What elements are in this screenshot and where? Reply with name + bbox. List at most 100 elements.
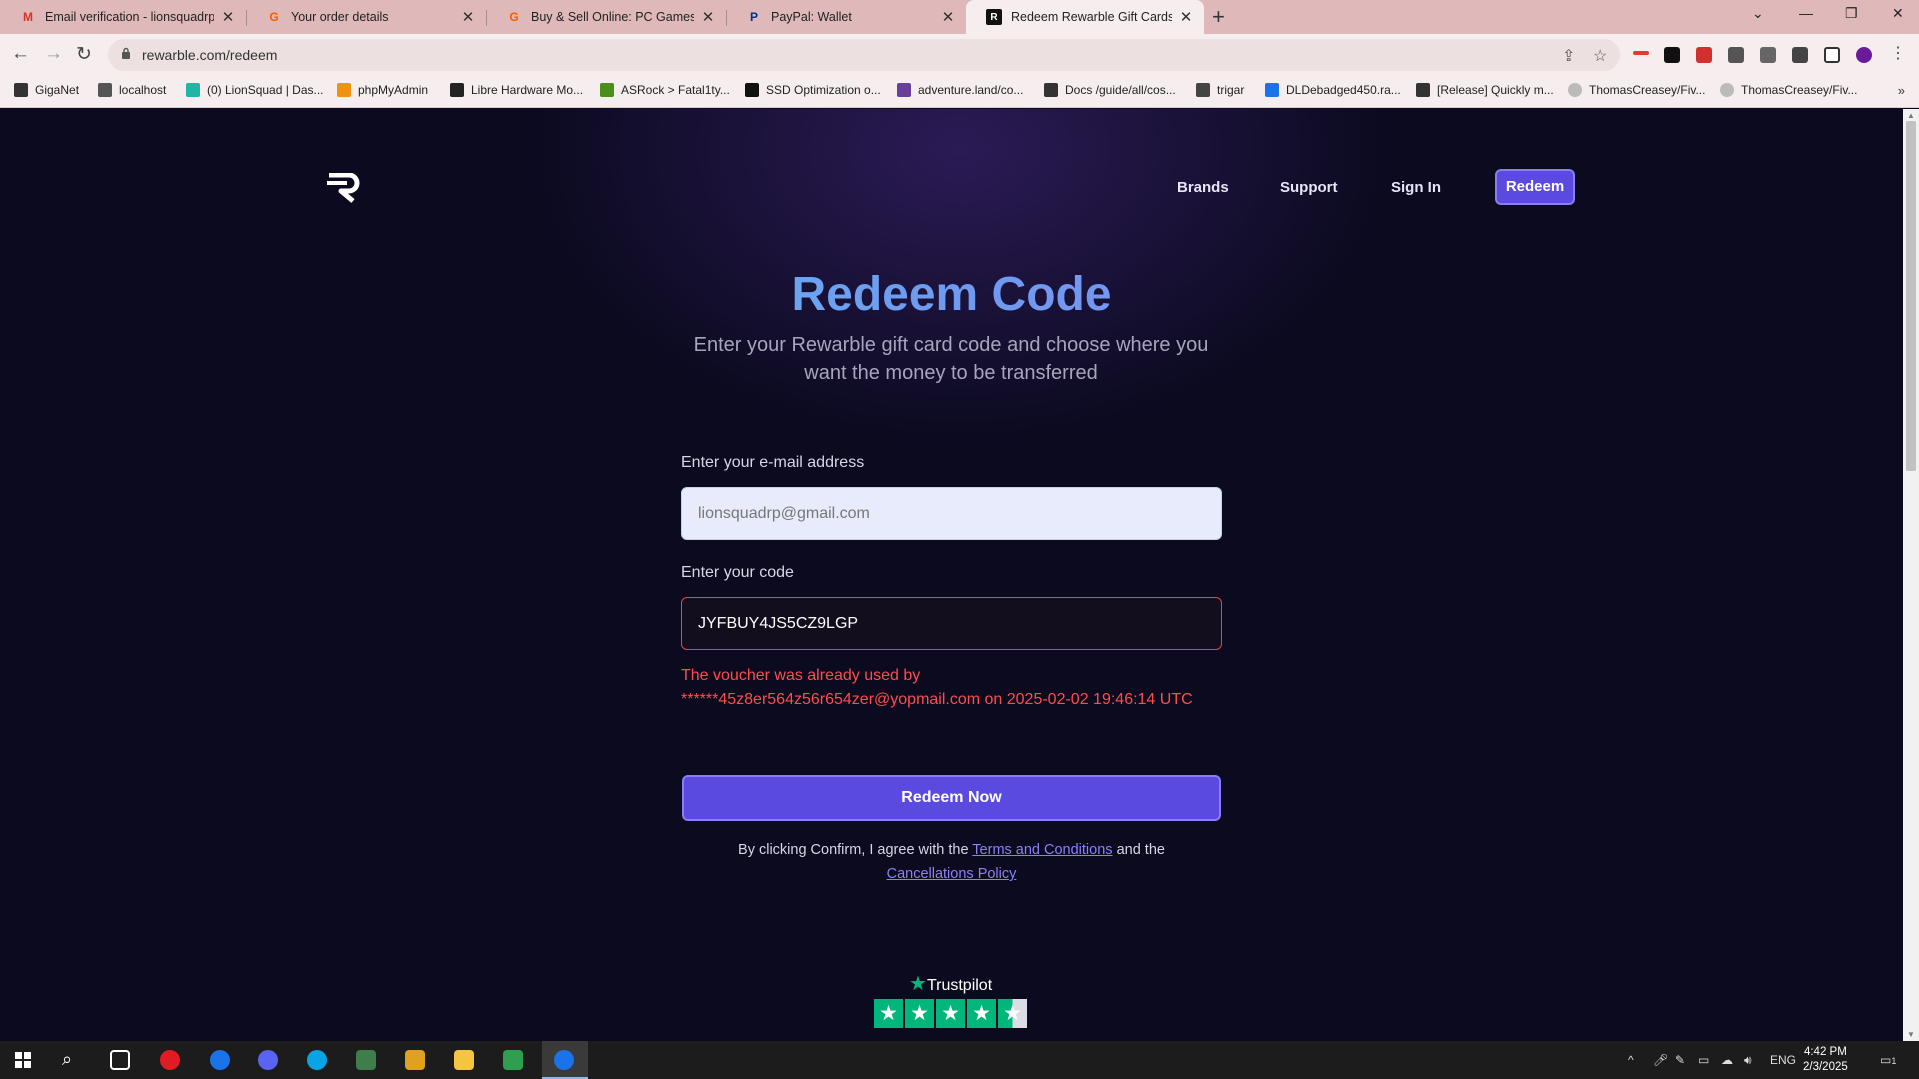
scroll-down-icon[interactable]: ▼ — [1907, 1030, 1915, 1039]
reload-icon[interactable]: ↻ — [76, 43, 92, 66]
bookmark-icon — [897, 83, 911, 97]
github-icon — [1568, 83, 1582, 97]
new-tab-button[interactable]: + — [1212, 4, 1225, 30]
tab-title: Buy & Sell Online: PC Games, So — [531, 10, 694, 24]
minimize-button[interactable]: — — [1799, 5, 1813, 21]
extension-icon[interactable] — [1696, 47, 1712, 63]
g2a-icon: G — [269, 10, 279, 24]
onedrive-icon[interactable]: ☁ — [1721, 1053, 1733, 1067]
nav-support[interactable]: Support — [1280, 179, 1338, 196]
redeem-now-button[interactable]: Redeem Now — [682, 775, 1221, 821]
close-icon[interactable]: ✕ — [700, 8, 716, 26]
task-view-icon[interactable] — [110, 1050, 130, 1070]
chrome-icon — [554, 1050, 574, 1070]
nav-brands[interactable]: Brands — [1177, 179, 1229, 196]
bookmark-item[interactable]: phpMyAdmin — [337, 83, 428, 97]
bookmark-item[interactable]: ASRock > Fatal1ty... — [600, 83, 730, 97]
bookmark-item[interactable]: ThomasCreasey/Fiv... — [1720, 83, 1857, 97]
chevron-up-icon[interactable]: ^ — [1628, 1053, 1634, 1067]
opera-icon[interactable] — [160, 1050, 180, 1070]
rewarble-logo[interactable] — [327, 173, 361, 203]
tab-g2a[interactable]: G Buy & Sell Online: PC Games, So ✕ — [486, 0, 726, 34]
back-icon[interactable]: ← — [11, 43, 30, 65]
bookmark-icon — [600, 83, 614, 97]
terms-link[interactable]: Terms and Conditions — [972, 842, 1112, 858]
tab-order-details[interactable]: G Your order details ✕ — [246, 0, 486, 34]
language-indicator[interactable]: ENG — [1770, 1053, 1796, 1067]
puzzle-icon[interactable] — [1760, 47, 1776, 63]
trustpilot-star-icon: ★ — [967, 999, 996, 1028]
file-explorer-icon[interactable] — [454, 1050, 474, 1070]
extension-icon[interactable] — [1664, 47, 1680, 63]
clock[interactable]: 4:42 PM 2/3/2025 — [1803, 1045, 1848, 1075]
close-icon[interactable]: ✕ — [220, 8, 236, 26]
page-scrollbar[interactable]: ▲ ▼ — [1903, 109, 1919, 1041]
paypal-icon: P — [749, 10, 758, 24]
more-bookmarks-icon[interactable]: » — [1898, 83, 1905, 98]
terms-text: and the — [1116, 842, 1165, 858]
pen-icon[interactable]: ✎ — [1675, 1053, 1685, 1067]
close-icon[interactable]: ✕ — [460, 8, 476, 26]
bookmark-icon — [98, 83, 112, 97]
search-icon[interactable]: ⌕ — [62, 1049, 72, 1070]
extension-icon[interactable] — [1728, 47, 1744, 63]
tab-rewarble[interactable]: R Redeem Rewarble Gift Cards | Se ✕ — [966, 0, 1204, 34]
side-panel-icon[interactable] — [1824, 47, 1840, 63]
scrollbar-thumb[interactable] — [1906, 121, 1916, 471]
bookmark-item[interactable]: GigaNet — [14, 83, 79, 97]
app-icon[interactable] — [503, 1050, 523, 1070]
code-field[interactable]: JYFBUY4JS5CZ9LGP — [681, 597, 1222, 650]
email-label: Enter your e-mail address — [681, 454, 865, 471]
taskbar-active-app[interactable] — [542, 1041, 588, 1079]
bookmark-item[interactable]: Docs /guide/all/cos... — [1044, 83, 1176, 97]
app-icon[interactable] — [405, 1050, 425, 1070]
discord-icon[interactable] — [258, 1050, 278, 1070]
bookmark-item[interactable]: trigar — [1196, 83, 1244, 97]
nav-redeem-button[interactable]: Redeem — [1495, 169, 1575, 205]
address-bar[interactable]: rewarble.com/redeem ⇪ ☆ — [108, 39, 1620, 71]
close-window-button[interactable]: ✕ — [1892, 5, 1904, 22]
chrome-icon[interactable] — [210, 1050, 230, 1070]
bookmark-item[interactable]: ThomasCreasey/Fiv... — [1568, 83, 1705, 97]
close-icon[interactable]: ✕ — [1178, 8, 1194, 26]
network-icon[interactable]: ▭ — [1698, 1053, 1709, 1067]
bookmark-item[interactable]: Libre Hardware Mo... — [450, 83, 583, 97]
bookmark-item[interactable]: SSD Optimization o... — [745, 83, 881, 97]
extension-icon[interactable] — [1792, 47, 1808, 63]
microphone-icon[interactable]: 🎤︎ — [1653, 1053, 1668, 1067]
bookmark-icon — [745, 83, 759, 97]
extension-icon[interactable] — [1633, 51, 1649, 55]
nav-sign-in[interactable]: Sign In — [1391, 179, 1441, 196]
close-icon[interactable]: ✕ — [940, 8, 956, 26]
tab-title: Your order details — [291, 10, 389, 24]
menu-icon[interactable]: ⋮ — [1890, 43, 1906, 63]
url-text: rewarble.com/redeem — [142, 47, 278, 63]
bookmark-star-icon[interactable]: ☆ — [1593, 46, 1607, 66]
forward-icon[interactable]: → — [44, 43, 63, 65]
bookmark-item[interactable]: [Release] Quickly m... — [1416, 83, 1554, 97]
email-field[interactable]: lionsquadrp@gmail.com — [681, 487, 1222, 540]
trustpilot-badge[interactable]: ★Trustpilot — [909, 971, 992, 996]
avatar[interactable] — [1856, 47, 1872, 63]
scroll-up-icon[interactable]: ▲ — [1907, 111, 1915, 120]
tab-title: PayPal: Wallet — [771, 10, 852, 24]
bookmark-item[interactable]: (0) LionSquad | Das... — [186, 83, 324, 97]
bookmark-item[interactable]: adventure.land/co... — [897, 83, 1023, 97]
bookmark-item[interactable]: localhost — [98, 83, 166, 97]
restore-button[interactable]: ❐ — [1845, 5, 1858, 22]
windows-start-icon[interactable] — [15, 1052, 31, 1068]
trustpilot-star-icon: ★ — [998, 999, 1027, 1028]
code-label: Enter your code — [681, 564, 794, 581]
trustpilot-rating: ★ ★ ★ ★ ★ — [874, 999, 1027, 1028]
tab-email-verification[interactable]: M Email verification - lionsquadrp@ ✕ — [0, 0, 246, 34]
volume-icon[interactable]: 🔊︎ — [1744, 1053, 1752, 1068]
share-icon[interactable]: ⇪ — [1562, 46, 1575, 66]
notification-icon[interactable]: ▭1 — [1880, 1053, 1896, 1067]
browser-toolbar: ← → ↻ rewarble.com/redeem ⇪ ☆ ⋮ — [0, 34, 1919, 76]
app-icon[interactable] — [356, 1050, 376, 1070]
bookmark-item[interactable]: DLDebadged450.ra... — [1265, 83, 1401, 97]
edge-icon[interactable] — [307, 1050, 327, 1070]
tab-search-icon[interactable]: ⌄ — [1752, 5, 1764, 22]
cancellation-policy-link[interactable]: Cancellations Policy — [887, 866, 1017, 882]
tab-paypal[interactable]: P PayPal: Wallet ✕ — [726, 0, 966, 34]
